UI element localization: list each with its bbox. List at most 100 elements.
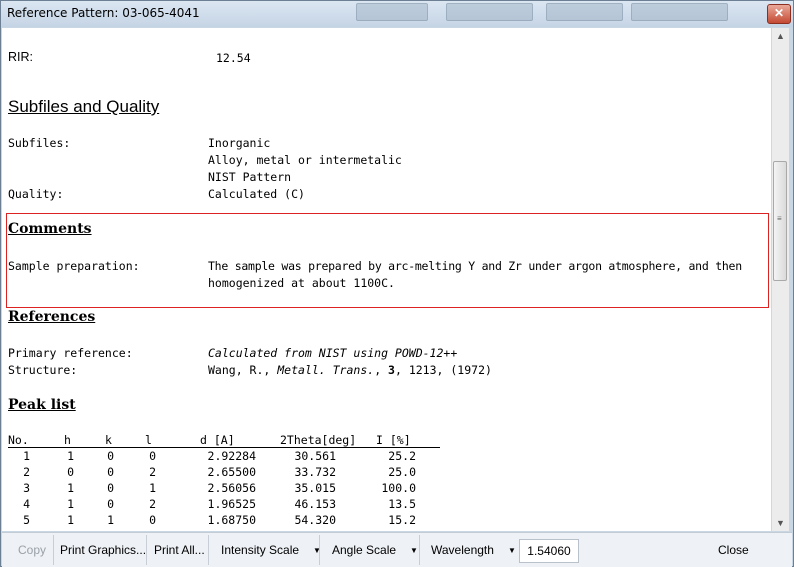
peak-h: 1	[67, 449, 74, 463]
peak-2theta: 30.561	[294, 449, 336, 463]
chevron-down-icon: ▼	[507, 545, 516, 555]
sample-preparation-text: The sample was prepared by arc-melting Y…	[208, 259, 742, 273]
subfile-entry: NIST Pattern	[208, 170, 292, 184]
rir-value: 12.54	[216, 51, 251, 65]
wavelength-dropdown[interactable]: Wavelength ▼	[431, 540, 516, 560]
peak-d-spacing: 1.68750	[207, 513, 256, 527]
structure-label: Structure:	[8, 363, 78, 377]
scroll-down-arrow-icon[interactable]: ▼	[772, 515, 789, 531]
peak-d-spacing: 2.56056	[207, 481, 256, 495]
column-header-no: No.	[8, 433, 29, 447]
structure-pages-year: , 1213, (1972)	[394, 363, 492, 377]
rir-label: RIR:	[8, 50, 33, 64]
close-button[interactable]: Close	[718, 540, 749, 560]
peak-intensity: 25.0	[388, 465, 416, 479]
peak-no: 4	[23, 497, 30, 511]
structure-volume: 3	[388, 363, 395, 377]
primary-reference-value: Calculated from NIST using POWD-12++	[208, 346, 458, 360]
column-header-h: h	[64, 433, 71, 447]
subfile-entry: Alloy, metal or intermetalic	[208, 153, 402, 167]
peak-k: 0	[107, 497, 114, 511]
peak-d-spacing: 2.65500	[207, 465, 256, 479]
title-bar[interactable]: Reference Pattern: 03-065-4041 ✕	[1, 1, 793, 27]
peak-h: 0	[67, 465, 74, 479]
sample-preparation-text-cont: homogenized at about 1100C.	[208, 276, 395, 290]
quality-label: Quality:	[8, 187, 64, 201]
peak-2theta: 33.732	[294, 465, 336, 479]
comments-heading: Comments	[8, 221, 92, 237]
header-underline	[8, 447, 440, 448]
column-header-d: d [A]	[200, 433, 235, 447]
primary-reference-label: Primary reference:	[8, 346, 133, 360]
toolbar-separator	[319, 535, 320, 565]
toolbar-separator	[53, 535, 54, 565]
toolbar-separator	[146, 535, 147, 565]
window-close-button[interactable]: ✕	[767, 4, 791, 24]
peak-intensity: 25.2	[388, 449, 416, 463]
peak-intensity: 13.5	[388, 497, 416, 511]
toolbar-separator	[419, 535, 420, 565]
peak-2theta: 35.015	[294, 481, 336, 495]
peak-l: 2	[149, 497, 156, 511]
background-tab	[446, 3, 533, 21]
peak-l: 2	[149, 465, 156, 479]
structure-author: Wang, R.,	[208, 363, 278, 377]
peak-l: 1	[149, 481, 156, 495]
peak-d-spacing: 1.96525	[207, 497, 256, 511]
peak-k: 0	[107, 481, 114, 495]
peak-2theta: 46.153	[294, 497, 336, 511]
column-header-l: l	[145, 433, 152, 447]
peak-h: 1	[67, 497, 74, 511]
background-tab	[356, 3, 428, 21]
print-all-button[interactable]: Print All...	[154, 540, 205, 560]
column-header-intensity: I [%]	[376, 433, 411, 447]
quality-value: Calculated (C)	[208, 187, 305, 201]
column-header-2theta: 2Theta[deg]	[280, 433, 357, 447]
structure-separator: ,	[374, 363, 389, 377]
angle-scale-label: Angle Scale	[332, 543, 397, 557]
pattern-content-pane: RIR: 12.54 Subfiles and Quality Subfiles…	[2, 28, 771, 531]
background-tab	[546, 3, 623, 21]
print-graphics-button[interactable]: Print Graphics...	[60, 540, 146, 560]
references-heading: References	[8, 309, 96, 325]
peak-d-spacing: 2.92284	[207, 449, 256, 463]
column-header-k: k	[105, 433, 112, 447]
wavelength-label: Wavelength	[431, 543, 494, 557]
subfiles-label: Subfiles:	[8, 136, 71, 150]
peak-intensity: 15.2	[388, 513, 416, 527]
background-tab	[631, 3, 728, 21]
subfiles-heading: Subfiles and Quality	[8, 97, 160, 116]
toolbar-separator	[208, 535, 209, 565]
reference-pattern-window: Reference Pattern: 03-065-4041 ✕ RIR: 12…	[0, 0, 794, 567]
scroll-up-arrow-icon[interactable]: ▲	[772, 28, 789, 44]
peak-no: 5	[23, 513, 30, 527]
peak-l: 0	[149, 513, 156, 527]
peak-l: 0	[149, 449, 156, 463]
chevron-down-icon: ▼	[410, 545, 418, 555]
peak-list-heading: Peak list	[8, 397, 76, 413]
scrollbar-thumb[interactable]: ≡	[773, 161, 787, 281]
peak-intensity: 100.0	[381, 481, 416, 495]
peak-no: 1	[23, 449, 30, 463]
intensity-scale-label: Intensity Scale	[221, 543, 300, 557]
vertical-scrollbar[interactable]: ▲ ≡ ▼	[771, 28, 789, 531]
grip-icon: ≡	[777, 214, 782, 223]
peak-k: 0	[107, 449, 114, 463]
structure-journal: Metall. Trans.	[277, 363, 375, 377]
intensity-scale-dropdown[interactable]: Intensity Scale ▼	[221, 540, 321, 560]
peak-h: 1	[67, 481, 74, 495]
wavelength-value-field[interactable]: 1.54060	[519, 539, 579, 563]
bottom-toolbar: Copy Print Graphics... Print All... Inte…	[2, 532, 792, 567]
subfile-entry: Inorganic	[208, 136, 271, 150]
sample-preparation-label: Sample preparation:	[8, 259, 140, 273]
structure-reference: Wang, R., Metall. Trans., 3, 1213, (1972…	[208, 363, 492, 377]
angle-scale-dropdown[interactable]: Angle Scale ▼	[332, 540, 418, 560]
peak-2theta: 54.320	[294, 513, 336, 527]
peak-k: 1	[107, 513, 114, 527]
peak-no: 3	[23, 481, 30, 495]
window-title: Reference Pattern: 03-065-4041	[7, 6, 200, 20]
copy-button[interactable]: Copy	[18, 540, 46, 560]
peak-no: 2	[23, 465, 30, 479]
peak-k: 0	[107, 465, 114, 479]
peak-h: 1	[67, 513, 74, 527]
